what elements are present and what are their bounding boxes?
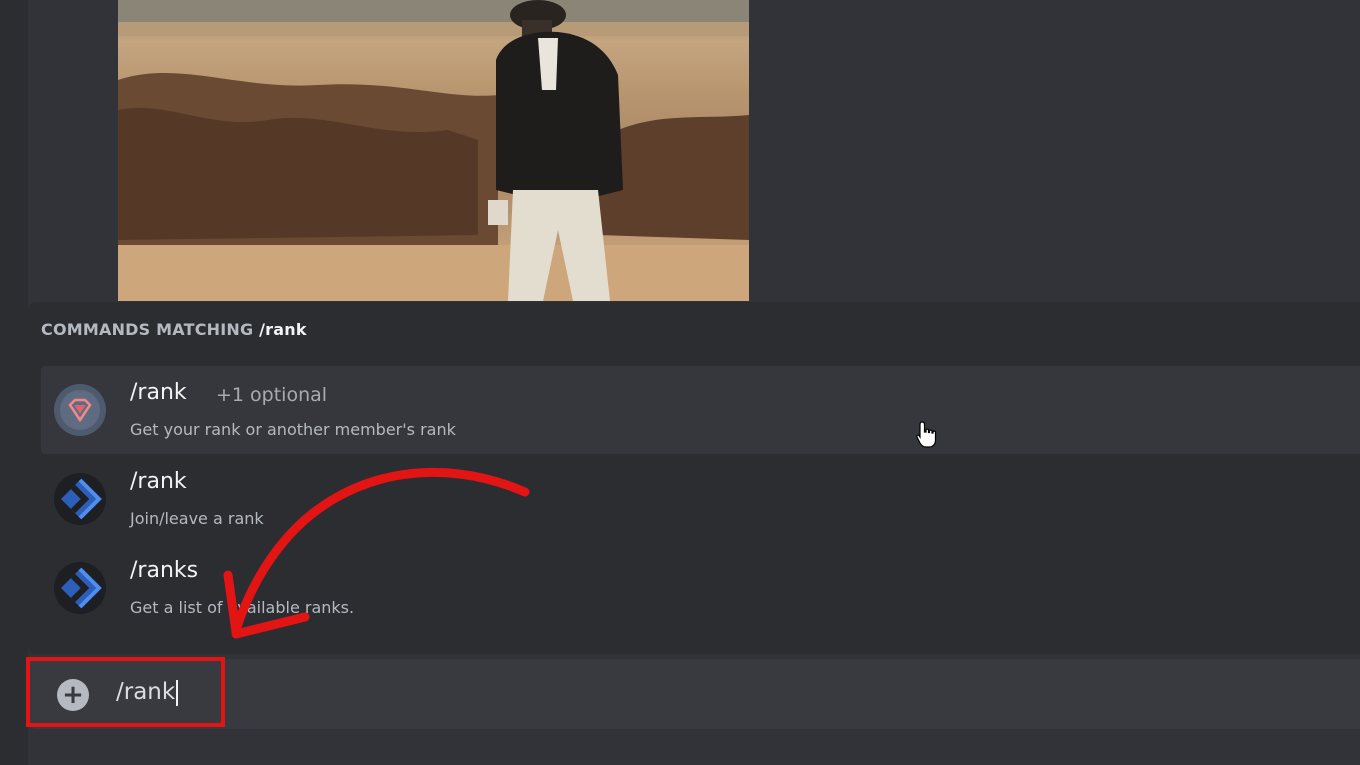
command-option-rank-1[interactable]: /rank +1 optional Get your rank or anoth… <box>41 366 1360 454</box>
header-prefix: COMMANDS MATCHING <box>41 320 254 339</box>
gem-shield-icon <box>53 383 107 437</box>
command-description: Join/leave a rank <box>130 509 264 528</box>
message-input-bar[interactable]: + /rank <box>28 659 1360 729</box>
command-description: Get your rank or another member's rank <box>130 420 456 439</box>
gif-embed[interactable] <box>118 0 749 301</box>
annotation-highlight-box <box>26 657 225 727</box>
command-name: /ranks <box>130 558 199 583</box>
command-description: Get a list of available ranks. <box>130 598 355 617</box>
command-name: /rank <box>130 380 187 405</box>
left-gutter <box>0 0 28 765</box>
header-query: /rank <box>259 320 307 339</box>
bot-chevron-icon <box>53 472 107 526</box>
command-name: /rank <box>130 469 187 494</box>
hand-pointer-icon <box>916 421 937 448</box>
command-options: +1 optional <box>216 384 328 406</box>
command-option-rank-2[interactable]: /rank Join/leave a rank <box>41 455 1360 543</box>
command-autocomplete-popout: COMMANDS MATCHING /rank /rank +1 optiona… <box>28 302 1360 654</box>
popout-header: COMMANDS MATCHING /rank <box>41 320 307 339</box>
bot-chevron-icon <box>53 561 107 615</box>
command-option-ranks[interactable]: /ranks Get a list of available ranks. <box>41 544 1360 632</box>
